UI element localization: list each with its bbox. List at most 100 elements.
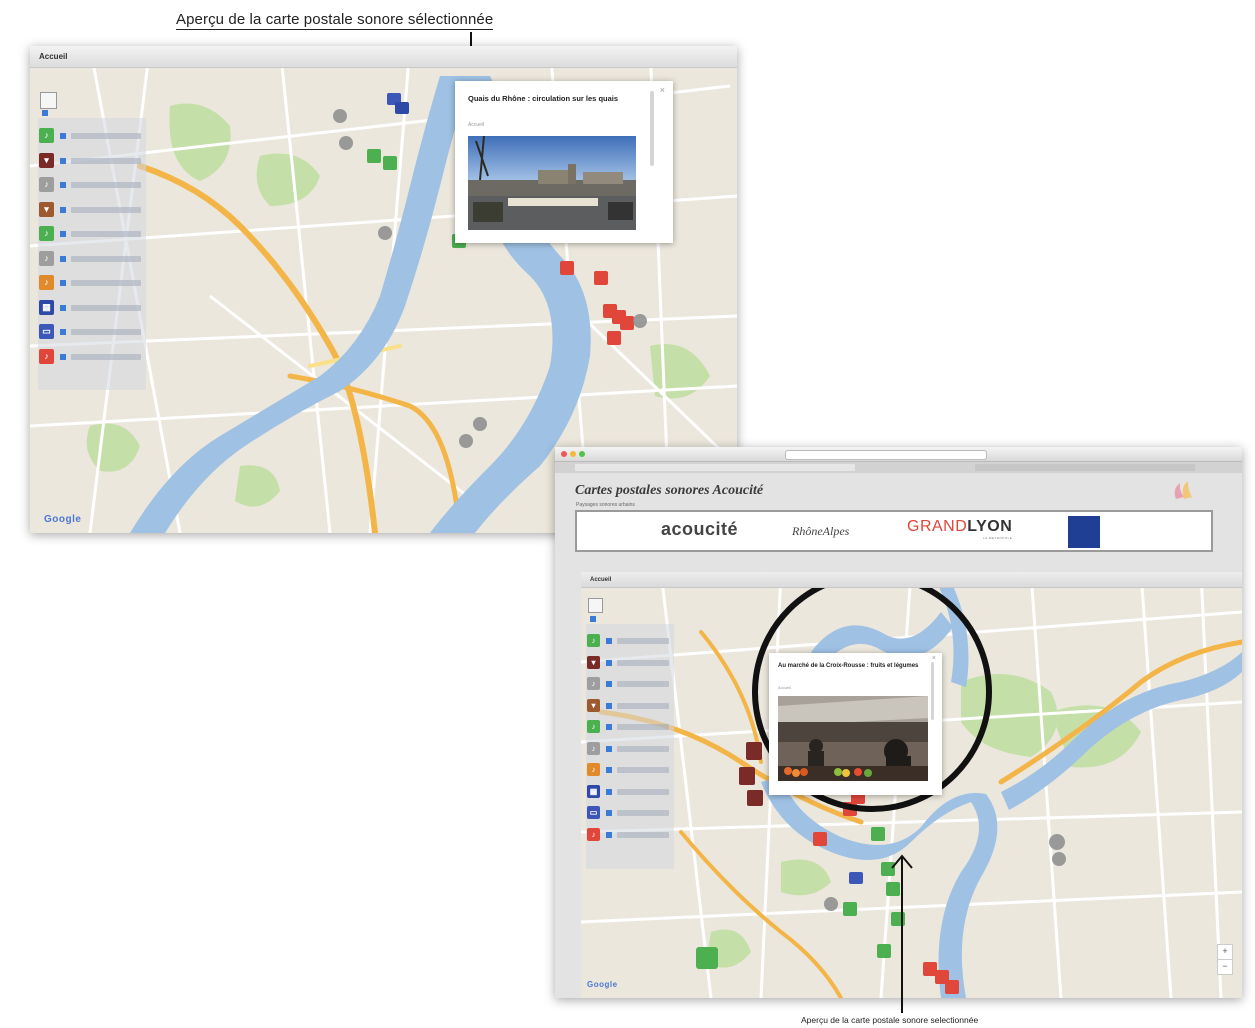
map-header-2: Accueil [581, 572, 1242, 588]
legend-checkbox[interactable] [60, 133, 66, 139]
legend-row[interactable]: ♪ [586, 634, 674, 652]
logo-blue-square[interactable] [1068, 516, 1100, 548]
photo-marche-croix-rousse [778, 696, 928, 781]
address-bar[interactable] [785, 450, 987, 460]
legend-label-placeholder [71, 182, 141, 188]
legend-row[interactable]: ♪ [586, 677, 674, 695]
legend-row[interactable]: ▭ [586, 806, 674, 824]
legend-checkbox[interactable] [60, 231, 66, 237]
legend-checkbox[interactable] [60, 280, 66, 286]
sound-icon: ♪ [39, 177, 54, 192]
legend-checkbox[interactable] [60, 157, 66, 164]
zoom-out-button[interactable]: − [1217, 959, 1233, 975]
legend-checkbox[interactable] [60, 329, 66, 335]
google-logo-2: Google [587, 980, 618, 989]
screen-icon: ▭ [587, 806, 600, 819]
legend-checkbox[interactable] [606, 659, 612, 666]
legend-select-all-checkbox[interactable] [42, 110, 48, 116]
caption-top: Aperçu de la carte postale sonore sélect… [176, 11, 494, 30]
partner-logos-strip: acoucité RhôneAlpes GRANDLYON LA METROPO… [575, 510, 1213, 552]
postcard-photo[interactable] [468, 136, 636, 230]
logo-grandlyon[interactable]: GRANDLYON LA METROPOLE [907, 518, 1012, 540]
legend-row[interactable]: ♪ [38, 128, 146, 146]
legend-checkbox[interactable] [60, 304, 66, 311]
legend-row[interactable]: ♪ [38, 275, 146, 293]
sound-icon: ♪ [587, 741, 600, 755]
legend-row[interactable]: ♪ [38, 226, 146, 244]
legend-row[interactable]: ▾ [586, 698, 674, 717]
legend-row[interactable]: ♪ [38, 348, 146, 367]
legend-label-placeholder [71, 304, 141, 311]
legend-label-placeholder [71, 255, 141, 262]
popup-scrollbar[interactable] [931, 662, 934, 720]
caption-bottom: Aperçu de la carte postale sonore select… [801, 1015, 979, 1025]
legend-row[interactable]: ▭ [38, 324, 146, 342]
sound-icon: ♪ [39, 348, 54, 364]
legend-label-placeholder [71, 133, 141, 139]
legend-row[interactable]: ▾ [586, 655, 674, 674]
postcard-popup-2[interactable]: Au marché de la Croix-Rousse : fruits et… [769, 653, 942, 795]
logo-acoucite[interactable]: acoucité [661, 519, 738, 540]
popup-title: Au marché de la Croix-Rousse : fruits et… [778, 663, 919, 669]
zoom-in-button[interactable]: + [1217, 944, 1233, 960]
map-view-2[interactable]: Accueil ♪ ▾ ♪ ▾ ♪ ♪ ♪ ▦ ▭ ♪ Au marché de la Croix… [581, 572, 1242, 998]
legend-checkbox[interactable] [60, 255, 66, 262]
legend-row[interactable]: ♪ [586, 763, 674, 781]
legend-checkbox[interactable] [60, 206, 66, 213]
legend-checkbox[interactable] [606, 681, 612, 687]
legend-checkbox[interactable] [606, 638, 612, 644]
legend-label-placeholder [71, 353, 141, 360]
popup-subtitle: Accueil [468, 122, 485, 128]
popup-scrollbar[interactable] [650, 91, 654, 166]
sound-icon: ♪ [587, 763, 600, 776]
legend-row[interactable]: ♪ [586, 741, 674, 760]
legend-select-all-checkbox[interactable] [590, 616, 596, 622]
legend-label-placeholder [71, 329, 141, 335]
site-logo-icon [1174, 481, 1192, 499]
legend-checkbox[interactable] [606, 767, 612, 773]
close-icon[interactable]: × [660, 85, 665, 95]
close-icon[interactable]: × [932, 655, 936, 662]
legend-row[interactable]: ▾ [38, 201, 146, 220]
legend-row[interactable]: ♪ [586, 720, 674, 738]
building-icon: ▦ [39, 299, 54, 315]
legend-row[interactable]: ▾ [38, 152, 146, 171]
legend-row[interactable]: ♪ [586, 827, 674, 846]
postcard-photo[interactable] [778, 696, 928, 781]
legend-checkbox[interactable] [606, 810, 612, 816]
legend-label-placeholder [71, 231, 141, 237]
legend-label-placeholder [71, 206, 141, 213]
browser-toolbar [555, 447, 1242, 462]
legend-label-placeholder [617, 681, 669, 687]
logo-rhonealpes[interactable]: RhôneAlpes [792, 524, 849, 539]
tab-bar [555, 462, 1242, 473]
legend-label-placeholder [71, 280, 141, 286]
window-zoom-button[interactable] [579, 451, 585, 457]
legend-row[interactable]: ♪ [38, 250, 146, 269]
legend-checkbox[interactable] [60, 353, 66, 360]
legend-checkbox[interactable] [60, 182, 66, 188]
legend-checkbox[interactable] [606, 724, 612, 730]
legend-checkbox[interactable] [606, 745, 612, 752]
category-legend-2: ♪ ▾ ♪ ▾ ♪ ♪ ♪ ▦ ▭ ♪ [586, 598, 674, 869]
tab-inactive[interactable] [975, 464, 1195, 471]
logo-lyon-text: LYON [967, 518, 1013, 535]
speech-icon: ▾ [587, 698, 600, 712]
legend-row[interactable]: ♪ [38, 177, 146, 195]
legend-checkbox[interactable] [606, 788, 612, 795]
legend-checkbox[interactable] [606, 702, 612, 709]
legend-label-placeholder [617, 831, 669, 838]
window-minimize-button[interactable] [570, 451, 576, 457]
legend-filter-icon[interactable] [588, 598, 603, 613]
legend-filter-icon[interactable] [40, 92, 57, 109]
legend-label-placeholder [71, 157, 141, 164]
window-close-button[interactable] [561, 451, 567, 457]
legend-row[interactable]: ▦ [38, 299, 146, 318]
popup-title: Quais du Rhône : circulation sur les qua… [468, 94, 619, 103]
postcard-popup-1[interactable]: Quais du Rhône : circulation sur les qua… [455, 81, 673, 243]
logo-grandlyon-sub: LA METROPOLE [983, 536, 1013, 540]
tab-active[interactable] [575, 464, 855, 471]
legend-row[interactable]: ▦ [586, 784, 674, 803]
legend-checkbox[interactable] [606, 831, 612, 838]
legend-label-placeholder [617, 788, 669, 795]
